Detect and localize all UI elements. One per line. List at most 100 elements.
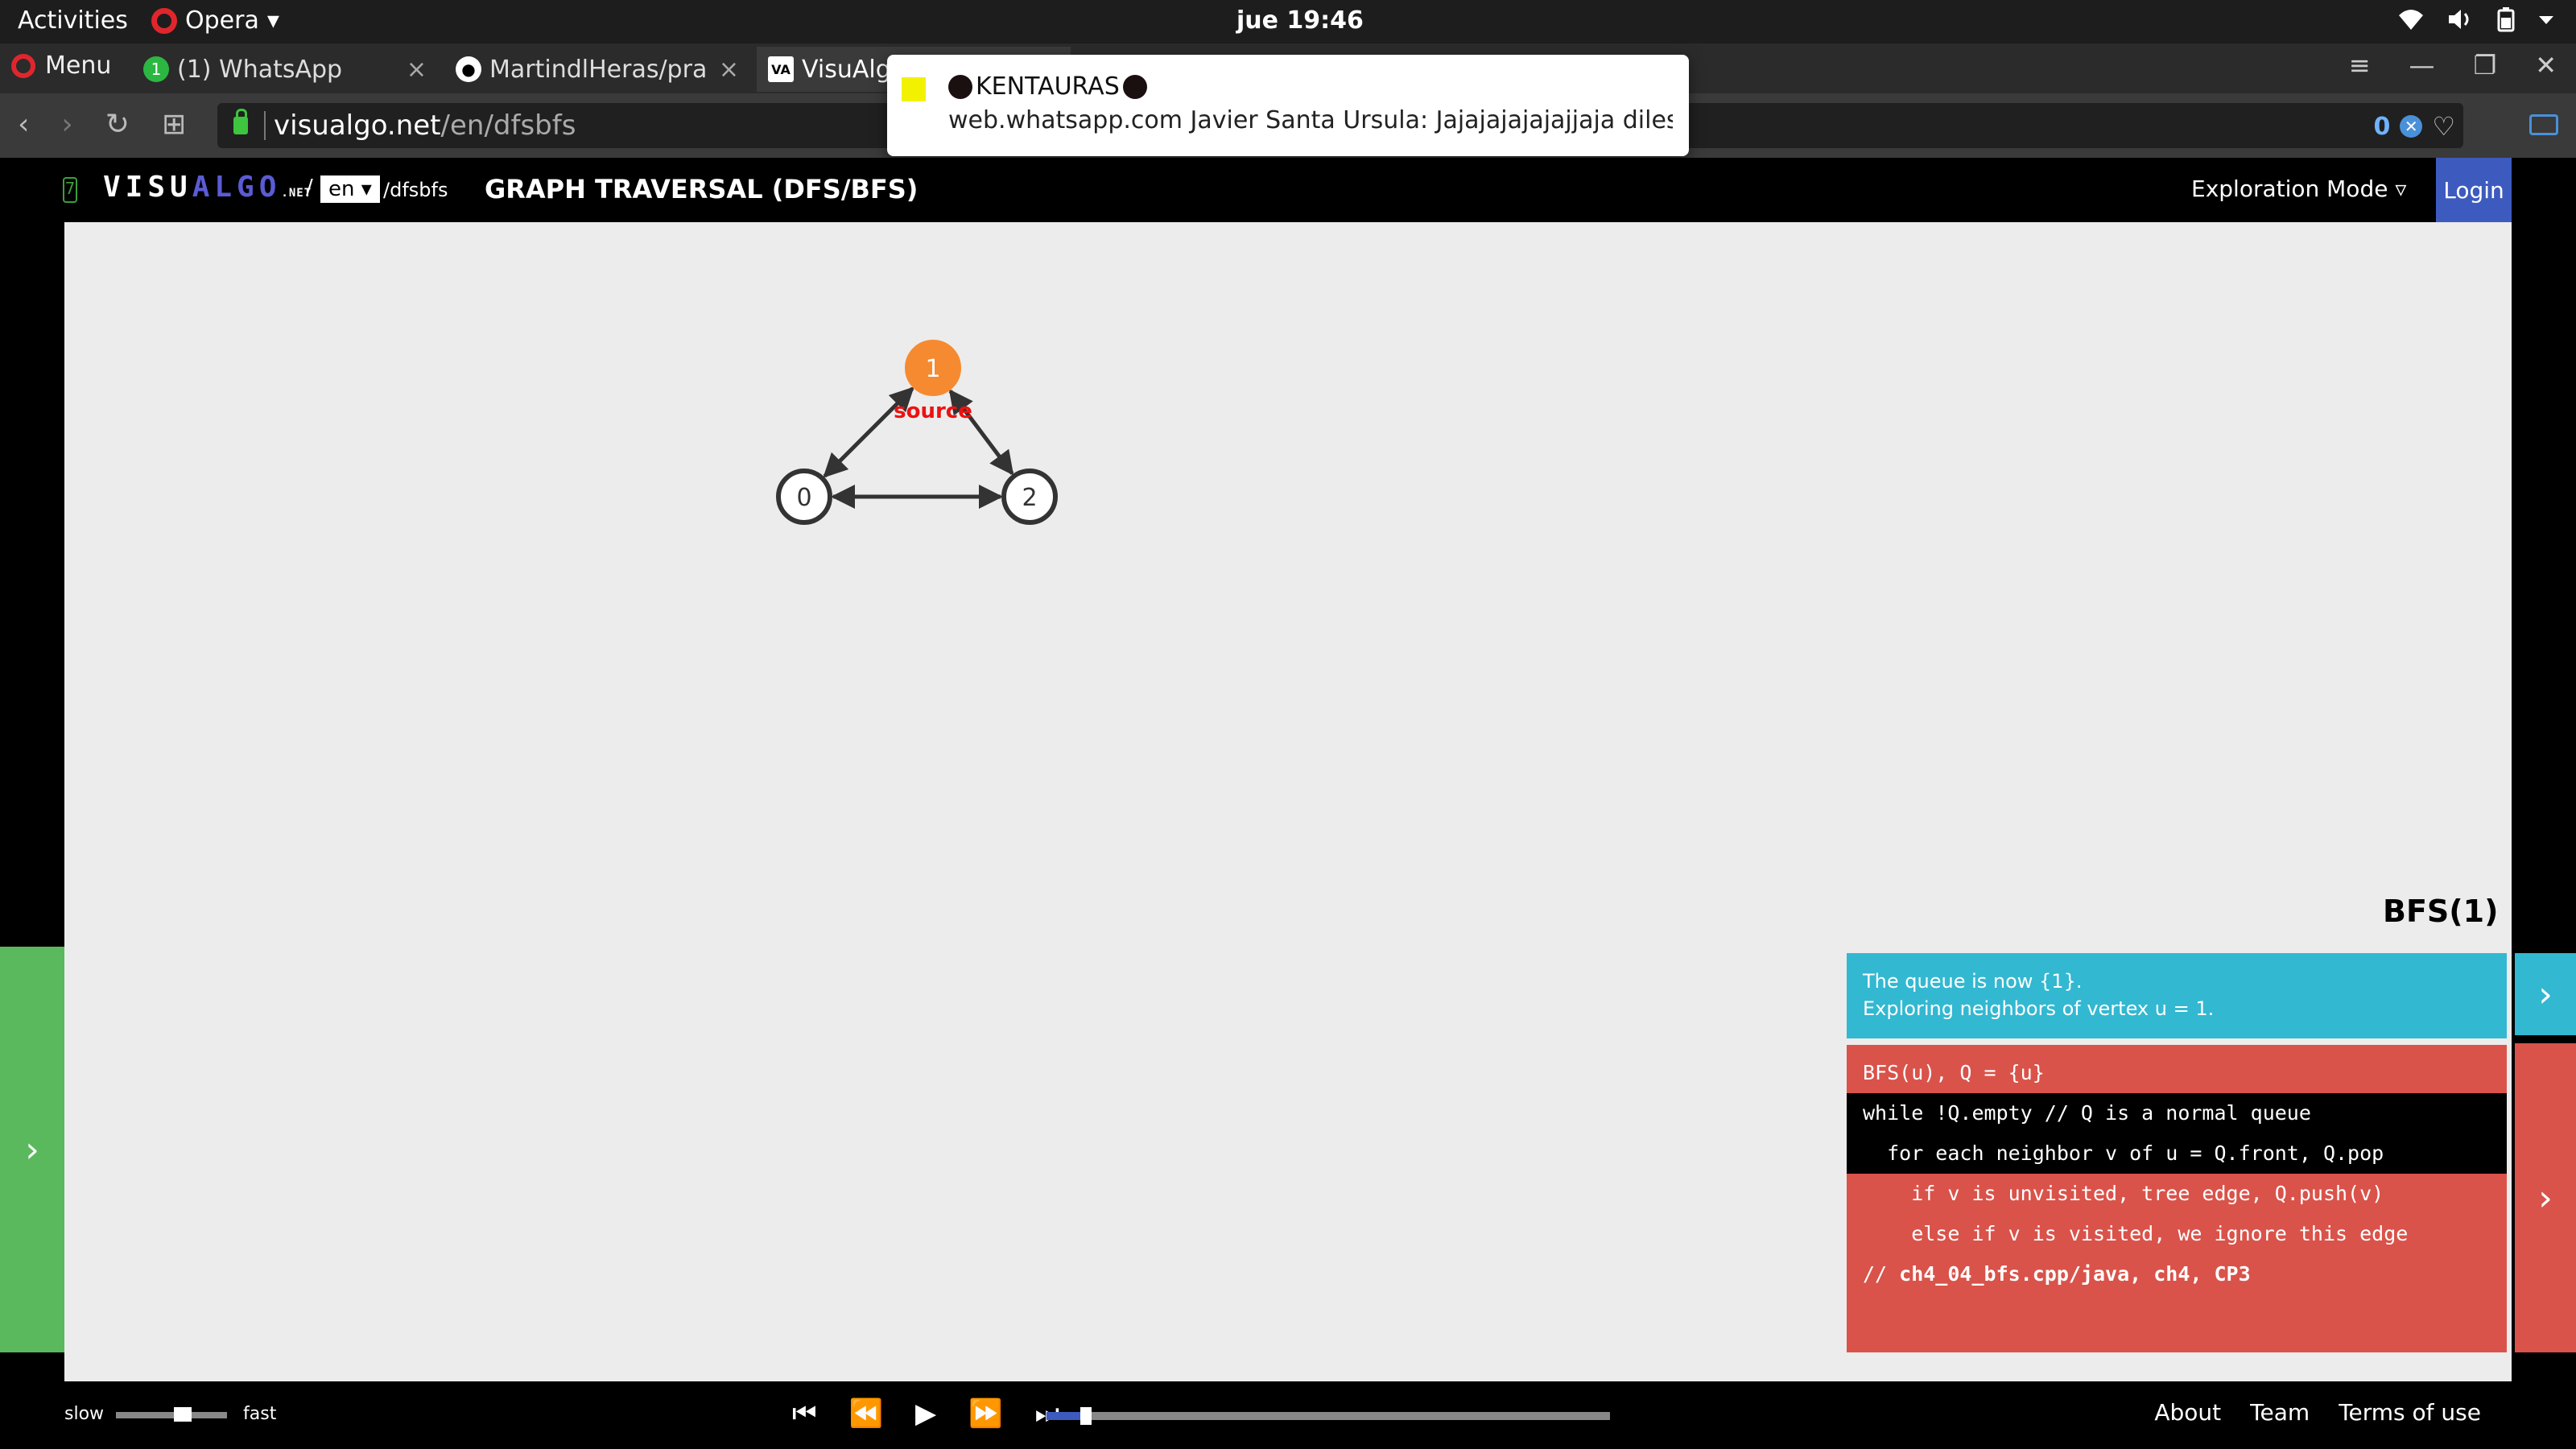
code-line: // ch4_04_bfs.cpp/java, ch4, CP3 (1847, 1254, 2507, 1294)
node-label: 1 (925, 355, 940, 383)
url-path: /en/dfsbfs (440, 109, 576, 142)
url-domain: visualgo.net (274, 109, 441, 142)
opera-menu-button[interactable]: Menu (11, 52, 111, 80)
speed-slow-label: slow (64, 1404, 105, 1424)
visualgo-logo[interactable]: VISUALGO.NET (103, 171, 312, 204)
forward-icon[interactable]: › (61, 108, 72, 141)
opera-icon (151, 7, 177, 34)
system-tray[interactable] (2397, 6, 2555, 32)
tab-github[interactable]: ● MartindlHeras/pract × (444, 47, 750, 92)
notification-body: web.whatsapp.com Javier Santa Ursula: Ja… (948, 106, 1673, 134)
progress-handle[interactable] (1080, 1407, 1092, 1425)
restore-icon[interactable]: ❐ (2474, 50, 2497, 80)
bookmark-heart-icon[interactable]: ♡ (2432, 111, 2455, 142)
code-panel-toggle[interactable]: › (2515, 1043, 2576, 1352)
url-separator (264, 111, 266, 140)
playback-bar: slow fast ⏮ ⏪ ▶ ⏩ ⏭ About Team Terms of … (0, 1381, 2576, 1449)
black-circle-icon (1122, 74, 1147, 99)
code-line: for each neighbor v of u = Q.front, Q.po… (1847, 1133, 2507, 1174)
chevron-right-icon: › (2538, 973, 2553, 1015)
chevron-right-icon: › (2538, 1177, 2553, 1219)
code-comment-prefix: // (1863, 1262, 1900, 1286)
code-line: if v is unvisited, tree edge, Q.push(v) (1863, 1182, 2384, 1205)
minimize-icon[interactable]: — (2409, 50, 2435, 80)
graph-node-0[interactable]: 0 (776, 469, 832, 525)
logo-text: VISU (103, 171, 192, 204)
app-menu[interactable]: Opera ▾ (151, 6, 279, 35)
login-button[interactable]: Login (2436, 158, 2512, 222)
speed-dial-icon[interactable]: ⊞ (162, 108, 186, 141)
close-icon[interactable]: × (407, 56, 427, 84)
team-link[interactable]: Team (2250, 1399, 2310, 1426)
close-icon[interactable]: × (719, 56, 739, 84)
notification-title-text: KENTAURAS (976, 72, 1120, 101)
visualgo-icon: VA (768, 56, 794, 82)
notification-message: Javier Santa Ursula: Jajajajajajajjaja d… (1190, 106, 1673, 134)
code-line: while !Q.empty // Q is a normal queue (1847, 1093, 2507, 1133)
graph-node-1[interactable]: 1 source (894, 340, 972, 423)
tab-menu-icon[interactable]: ≡ (2349, 50, 2371, 80)
media-controls: ⏮ ⏪ ▶ ⏩ ⏭ (792, 1397, 1059, 1430)
chevron-right-icon: › (25, 1129, 39, 1170)
wifi-icon (2399, 10, 2423, 30)
nav-buttons: ‹ › ↻ ⊞ (18, 108, 186, 141)
lock-icon (233, 109, 248, 134)
code-line: else if v is visited, we ignore this edg… (1863, 1222, 2409, 1245)
power-menu-icon (2539, 16, 2553, 24)
progress-slider[interactable] (1046, 1412, 1610, 1420)
window-controls: ≡ — ❐ ✕ (2349, 50, 2557, 80)
terms-link[interactable]: Terms of use (2339, 1399, 2481, 1426)
opera-icon (11, 53, 35, 78)
menu-label: Menu (45, 52, 112, 80)
battery-saver-icon[interactable] (2529, 114, 2558, 135)
status-panel: The queue is now {1}. Exploring neighbor… (1847, 953, 2507, 1038)
visualgo-badge-icon[interactable]: 7 (63, 177, 77, 203)
speed-fast-label: fast (243, 1404, 277, 1424)
whatsapp-notification[interactable]: KENTAURAS web.whatsapp.com Javier Santa … (887, 55, 1689, 156)
go-to-start-icon[interactable]: ⏮ (792, 1397, 817, 1430)
tab-title: (1) WhatsApp (177, 55, 343, 84)
footer-links: About Team Terms of use (2154, 1399, 2481, 1426)
code-reference: ch4_04_bfs.cpp/java, ch4, CP3 (1899, 1262, 2251, 1286)
notification-source: web.whatsapp.com (948, 106, 1183, 134)
battery-icon (2497, 7, 2515, 32)
code-line: BFS(u), Q = {u} (1863, 1061, 2045, 1084)
graph-node-2[interactable]: 2 (1001, 469, 1058, 525)
notification-app-icon (902, 77, 926, 101)
whatsapp-icon: 1 (143, 56, 169, 82)
mode-dropdown[interactable]: Exploration Mode ▿ (2191, 175, 2406, 202)
status-panel-toggle[interactable]: › (2515, 953, 2576, 1035)
tab-title: MartindlHeras/pract (489, 55, 708, 84)
about-link[interactable]: About (2154, 1399, 2221, 1426)
github-icon: ● (456, 56, 481, 82)
tab-whatsapp[interactable]: 1 (1) WhatsApp × (132, 47, 438, 92)
chevron-down-icon: ▾ (266, 6, 279, 35)
step-forward-icon[interactable]: ⏩ (968, 1397, 1002, 1430)
speed-slider[interactable] (116, 1412, 227, 1418)
volume-icon (2449, 10, 2469, 29)
page-path: /dfsbfs (383, 179, 448, 201)
speed-slider-handle[interactable] (173, 1407, 192, 1422)
status-title: BFS(1) (2383, 894, 2499, 929)
activities-button[interactable]: Activities (18, 6, 128, 35)
path-slash: / (306, 175, 313, 200)
close-icon[interactable]: ✕ (2535, 50, 2557, 80)
status-line: Exploring neighbors of vertex u = 1. (1863, 997, 2215, 1020)
page-title: GRAPH TRAVERSAL (DFS/BFS) (485, 174, 919, 204)
visualgo-header: 7 VISUALGO.NET / en ▾ /dfsbfs GRAPH TRAV… (0, 158, 2576, 222)
pseudocode-panel: BFS(u), Q = {u} while !Q.empty // Q is a… (1847, 1045, 2507, 1352)
left-panel-toggle[interactable]: › (0, 947, 64, 1352)
node-label: 2 (1022, 484, 1037, 512)
reload-icon[interactable]: ↻ (105, 108, 130, 141)
adblock-icon[interactable]: ✕ (2400, 115, 2423, 138)
step-back-icon[interactable]: ⏪ (849, 1397, 883, 1430)
language-select[interactable]: en ▾ (320, 175, 380, 203)
black-circle-icon (948, 74, 972, 99)
clock[interactable]: jue 19:46 (1236, 6, 1364, 35)
logo-accent: ALGO (192, 171, 282, 204)
system-top-bar: Activities Opera ▾ jue 19:46 (0, 0, 2576, 43)
play-icon[interactable]: ▶ (915, 1397, 936, 1430)
adblock-count[interactable]: 0 (2373, 113, 2390, 141)
notification-title: KENTAURAS (948, 72, 1147, 101)
back-icon[interactable]: ‹ (18, 108, 29, 141)
